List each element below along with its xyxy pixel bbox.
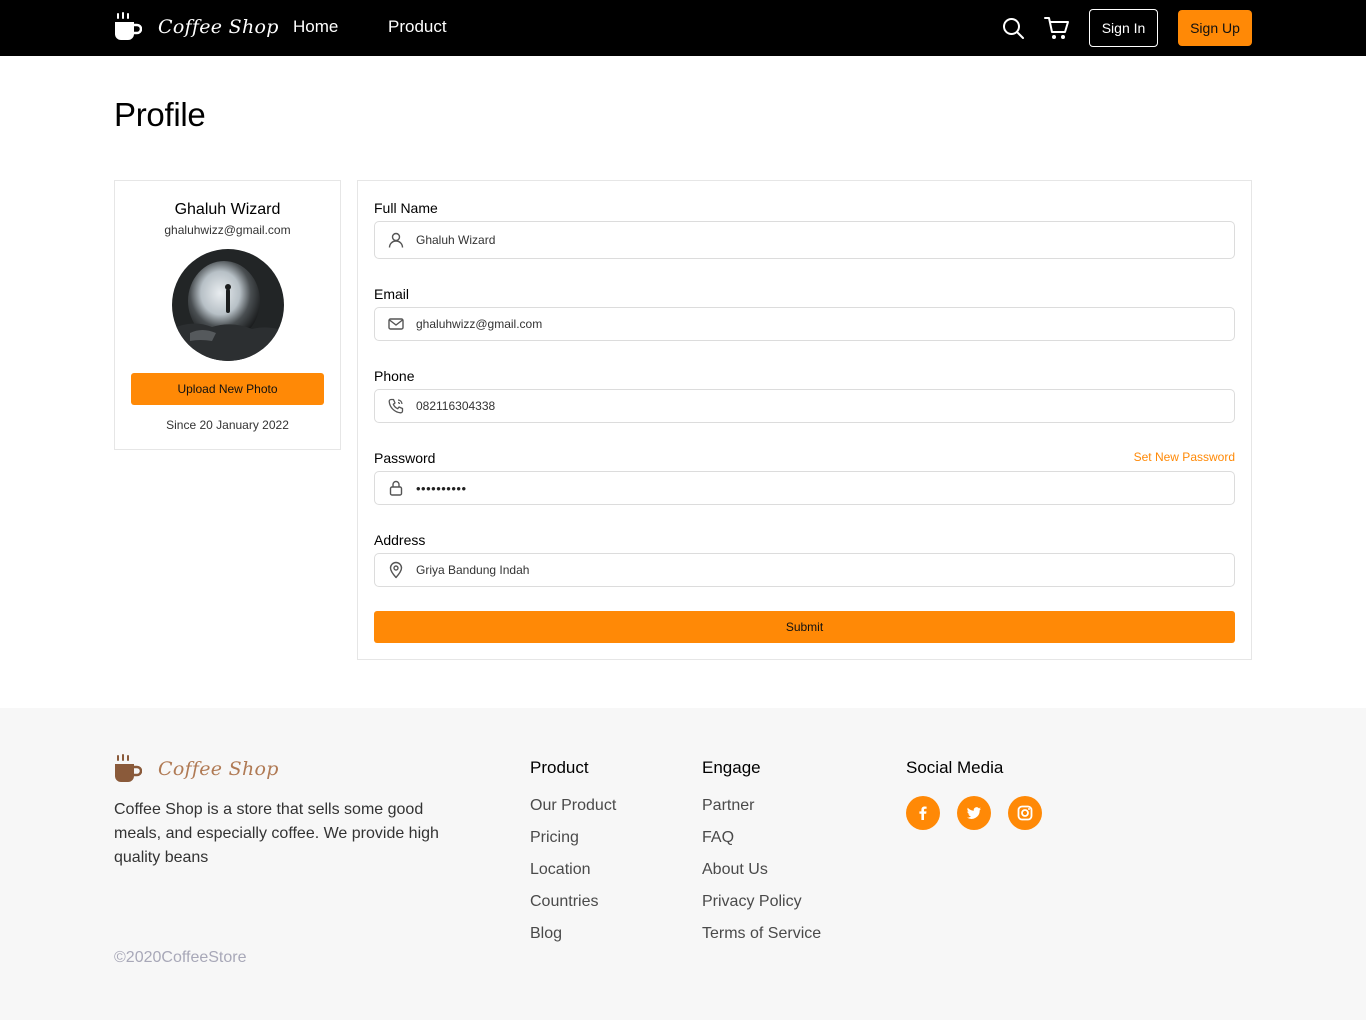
footer-social-column: Social Media [906, 758, 1042, 830]
full-name-value: Ghaluh Wizard [416, 233, 496, 247]
mail-icon [388, 318, 404, 330]
avatar-photo [172, 249, 284, 361]
coffee-cup-icon [115, 12, 142, 40]
submit-button[interactable]: Submit [374, 611, 1235, 643]
phone-value: 082116304338 [416, 399, 496, 413]
search-icon[interactable] [1001, 16, 1025, 40]
phone-field[interactable]: 082116304338 [374, 389, 1235, 423]
facebook-icon[interactable] [906, 796, 940, 830]
email-label: Email [374, 286, 410, 302]
address-label: Address [374, 532, 426, 548]
phone-label: Phone [374, 368, 415, 384]
address-field[interactable]: Griya Bandung Indah [374, 553, 1235, 587]
footer-link-about-us[interactable]: About Us [702, 860, 821, 892]
navbar: Coffee Shop Home Product Sign In Sign Up [0, 0, 1366, 56]
footer-link-countries[interactable]: Countries [530, 892, 616, 924]
address-value: Griya Bandung Indah [416, 563, 530, 577]
footer-description: Coffee Shop is a store that sells some g… [114, 801, 439, 866]
footer-link-faq[interactable]: FAQ [702, 828, 821, 860]
phone-icon [388, 398, 404, 414]
footer-brand-logo[interactable]: Coffee Shop [114, 754, 279, 784]
footer-link-privacy-policy[interactable]: Privacy Policy [702, 892, 821, 924]
user-icon [388, 232, 404, 248]
footer-engage-column: Engage Partner FAQ About Us Privacy Poli… [702, 758, 821, 956]
footer-product-title: Product [530, 758, 589, 777]
member-since-text: Since 20 January 2022 [166, 418, 289, 432]
copyright-text: ©2020CoffeeStore [114, 949, 247, 966]
full-name-field[interactable]: Ghaluh Wizard [374, 221, 1235, 259]
footer-link-blog[interactable]: Blog [530, 924, 616, 956]
nav-home-link[interactable]: Home [293, 17, 338, 37]
footer-link-location[interactable]: Location [530, 860, 616, 892]
brand-name: Coffee Shop [158, 16, 279, 38]
profile-form: Full Name Ghaluh Wizard Email ghaluhwizz… [357, 180, 1252, 660]
instagram-icon[interactable] [1008, 796, 1042, 830]
profile-email: ghaluhwizz@gmail.com [164, 223, 291, 237]
page-title: Profile [114, 96, 206, 133]
password-label: Password [374, 450, 436, 466]
full-name-label: Full Name [374, 200, 438, 216]
email-value: ghaluhwizz@gmail.com [416, 317, 543, 331]
lock-icon [389, 480, 403, 496]
nav-product-link[interactable]: Product [388, 17, 447, 37]
footer-engage-title: Engage [702, 758, 761, 777]
footer-brand-name: Coffee Shop [158, 758, 279, 780]
upload-photo-button[interactable]: Upload New Photo [131, 373, 324, 405]
set-new-password-link[interactable]: Set New Password [1134, 450, 1235, 464]
sign-up-button[interactable]: Sign Up [1178, 10, 1252, 46]
sign-in-button[interactable]: Sign In [1089, 9, 1158, 47]
cart-icon[interactable] [1043, 14, 1071, 42]
email-field[interactable]: ghaluhwizz@gmail.com [374, 307, 1235, 341]
avatar [172, 249, 284, 361]
footer-link-pricing[interactable]: Pricing [530, 828, 616, 860]
footer-link-partner[interactable]: Partner [702, 796, 821, 828]
profile-card: Ghaluh Wizard ghaluhwizz@gmail.com Uploa… [114, 180, 341, 450]
footer-link-terms-of-service[interactable]: Terms of Service [702, 924, 821, 956]
social-icons-row [906, 796, 1042, 830]
footer: Coffee Shop Coffee Shop is a store that … [0, 708, 1366, 1020]
password-value: •••••••••• [416, 480, 467, 496]
brand-logo[interactable]: Coffee Shop [114, 12, 279, 42]
footer-social-title: Social Media [906, 758, 1004, 777]
footer-product-column: Product Our Product Pricing Location Cou… [530, 758, 616, 956]
profile-name: Ghaluh Wizard [174, 201, 281, 218]
location-pin-icon [389, 561, 403, 579]
twitter-icon[interactable] [957, 796, 991, 830]
footer-link-our-product[interactable]: Our Product [530, 796, 616, 828]
password-field[interactable]: •••••••••• [374, 471, 1235, 505]
coffee-cup-icon [115, 754, 142, 782]
